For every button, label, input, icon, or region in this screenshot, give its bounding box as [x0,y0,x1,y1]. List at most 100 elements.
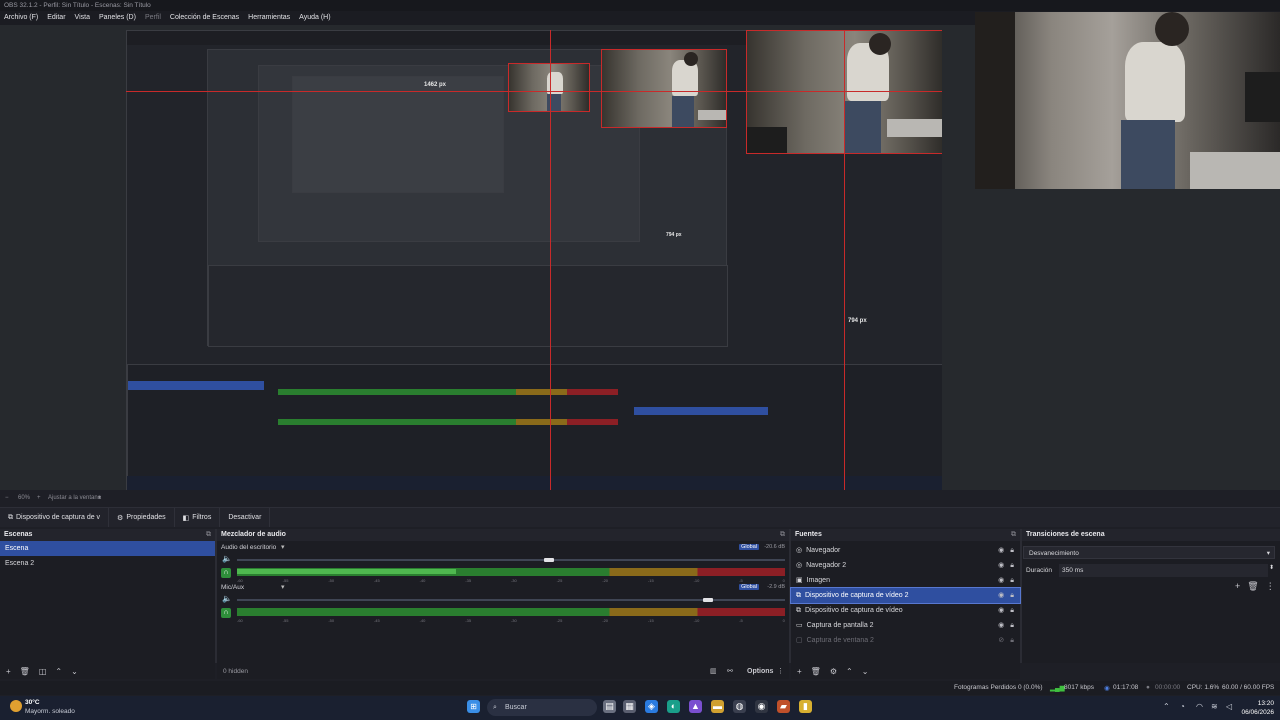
weather-temp[interactable]: 30°C [25,699,40,706]
zoom-out-button[interactable]: − [5,495,9,501]
deactivate-button[interactable]: Desactivar [220,508,271,527]
channel-menu-icon[interactable]: ▾ [281,583,285,591]
mixer-options-button[interactable]: Options [747,668,773,675]
lock-icon[interactable]: 🔒︎ [1010,603,1014,618]
trash-icon[interactable]: 🗑 [20,667,30,676]
eye-icon[interactable]: ◉ [998,588,1004,603]
properties-button[interactable]: ⚙ Propiedades [109,508,175,527]
lock-icon[interactable]: 🔒︎ [1010,618,1014,633]
dock-config-icon[interactable]: ⧉ [206,529,211,541]
signal-icon: ▂▄▆ [1050,685,1065,692]
eye-icon[interactable]: ◉ [998,558,1004,573]
channel-menu-icon[interactable]: ▾ [281,543,285,551]
lock-icon[interactable]: 🔒︎ [1010,573,1014,588]
folder-icon[interactable]: ▬ [711,700,724,713]
eye-icon[interactable]: ◉ [998,543,1004,558]
wifi-icon[interactable]: ≋ [1211,702,1218,711]
zoom-in-button[interactable]: + [37,495,41,501]
menu-paneles[interactable]: Paneles (D) [99,11,136,25]
taskbar-search[interactable]: ⌕ Buscar [487,699,597,716]
source-item[interactable]: ▣ Imagen ◉ 🔒︎ [791,573,1020,588]
widget-icon[interactable]: ▦ [623,700,636,713]
duration-field[interactable]: 350 ms [1059,564,1268,577]
headphones-icon[interactable]: ∩ [221,568,231,578]
mixer-link-icon[interactable]: ⚯ [727,667,733,675]
source-item[interactable]: ▢ Captura de ventana 2 ⊘ 🔒︎ [791,633,1020,648]
add-icon[interactable]: + [6,667,11,676]
trash-icon[interactable]: 🗑 [811,667,821,676]
menu-editar[interactable]: Editar [47,11,65,25]
nested-docks [208,265,728,347]
trash-icon[interactable]: 🗑 [1247,581,1258,592]
speaker-icon[interactable]: 🔈 [222,594,232,603]
notes-icon[interactable]: ▮ [799,700,812,713]
cpu-usage: CPU: 1.6% [1187,684,1220,691]
tray-network-icon[interactable]: ◠ [1196,702,1203,711]
more-icon[interactable]: ⋮ [1266,581,1275,592]
app-icon[interactable]: ▲ [689,700,702,713]
windows-start-icon[interactable]: ⊞ [467,700,480,713]
edge-icon[interactable]: ◐ [667,700,680,713]
mixer-more-icon[interactable]: ⋮ [777,667,784,675]
preview-canvas[interactable]: 1462 px 794 px 794 px [126,30,942,490]
filters-button[interactable]: ◧ Filtros [175,508,221,527]
channel-db: -20.6 dB [764,544,785,550]
transition-select[interactable]: Desvanecimiento ▾ [1023,546,1275,559]
mixer-layout-icon[interactable]: ▥ [710,667,717,675]
bitrate: 8017 kbps [1064,684,1094,691]
source-item[interactable]: ◎ Navegador 2 ◉ 🔒︎ [791,558,1020,573]
tray-app-icon[interactable]: ◔ [1180,702,1185,711]
menu-archivo[interactable]: Archivo (F) [4,11,38,25]
github-icon[interactable]: ◍ [733,700,746,713]
scene-item[interactable]: Escena 2 [0,556,215,571]
lock-icon[interactable]: 🔒︎ [1010,543,1014,558]
move-down-icon[interactable]: ⌄ [71,667,78,676]
channel-db: -2.9 dB [767,584,785,590]
lock-icon[interactable]: 🔒︎ [1010,633,1014,648]
menu-herramientas[interactable]: Herramientas [248,11,290,25]
copilot-icon[interactable]: ◈ [645,700,658,713]
add-icon[interactable]: + [797,667,802,676]
add-icon[interactable]: + [1235,581,1240,592]
task-view-icon[interactable]: ▤ [603,700,616,713]
camera-icon: ⧉ [8,513,13,521]
eye-icon[interactable]: ◉ [998,573,1004,588]
lock-icon[interactable]: 🔒︎ [1010,558,1014,573]
speaker-icon[interactable]: 🔈 [222,554,232,563]
volume-slider-track[interactable] [237,559,785,561]
scene-item[interactable]: Escena [0,541,215,556]
move-up-icon[interactable]: ⌃ [846,667,853,676]
source-item[interactable]: ◎ Navegador ◉ 🔒︎ [791,543,1020,558]
clock-time[interactable]: 13:20 [1240,700,1274,707]
lock-icon[interactable]: 🔒︎ [1010,588,1014,603]
source-item[interactable]: ⧉ Dispositivo de captura de vídeo ◉ 🔒︎ [791,603,1020,618]
clock-date[interactable]: 06/06/2026 [1232,709,1274,716]
duration-stepper-icon[interactable]: ⬍ [1269,562,1274,575]
volume-slider-knob[interactable] [544,558,555,562]
dock-config-icon[interactable]: ⧉ [1011,529,1016,541]
menu-ayuda[interactable]: Ayuda (H) [299,11,330,25]
image-icon: ▣ [796,577,803,584]
menu-coleccion-escenas[interactable]: Colección de Escenas [170,11,239,25]
move-down-icon[interactable]: ⌄ [862,667,869,676]
source-item[interactable]: ⧉ Dispositivo de captura de vídeo 2 ◉ 🔒︎ [790,587,1021,604]
weather-desc[interactable]: Mayorm. soleado [25,708,75,715]
menu-vista[interactable]: Vista [75,11,90,25]
record-icon: ● [1146,684,1150,691]
headphones-icon[interactable]: ∩ [221,608,231,618]
menu-perfil[interactable]: Perfil [145,11,161,25]
dock-config-icon[interactable]: ⧉ [780,529,785,541]
zoom-dropdown-icon[interactable]: ▾ [98,494,101,501]
volume-slider-knob[interactable] [703,598,714,602]
tray-chevron-icon[interactable]: ⌃ [1163,702,1170,711]
move-up-icon[interactable]: ⌃ [55,667,62,676]
eye-icon[interactable]: ◉ [998,618,1004,633]
office-icon[interactable]: ▰ [777,700,790,713]
gear-icon[interactable]: ⚙ [830,667,837,676]
obs-icon[interactable]: ◉ [755,700,768,713]
source-item[interactable]: ▭ Captura de pantalla 2 ◉ 🔒︎ [791,618,1020,633]
fit-window-label[interactable]: Ajustar a la ventana [48,495,101,501]
eye-hidden-icon[interactable]: ⊘ [998,633,1004,648]
filter-icon[interactable]: ◫ [39,667,47,676]
eye-icon[interactable]: ◉ [998,603,1004,618]
